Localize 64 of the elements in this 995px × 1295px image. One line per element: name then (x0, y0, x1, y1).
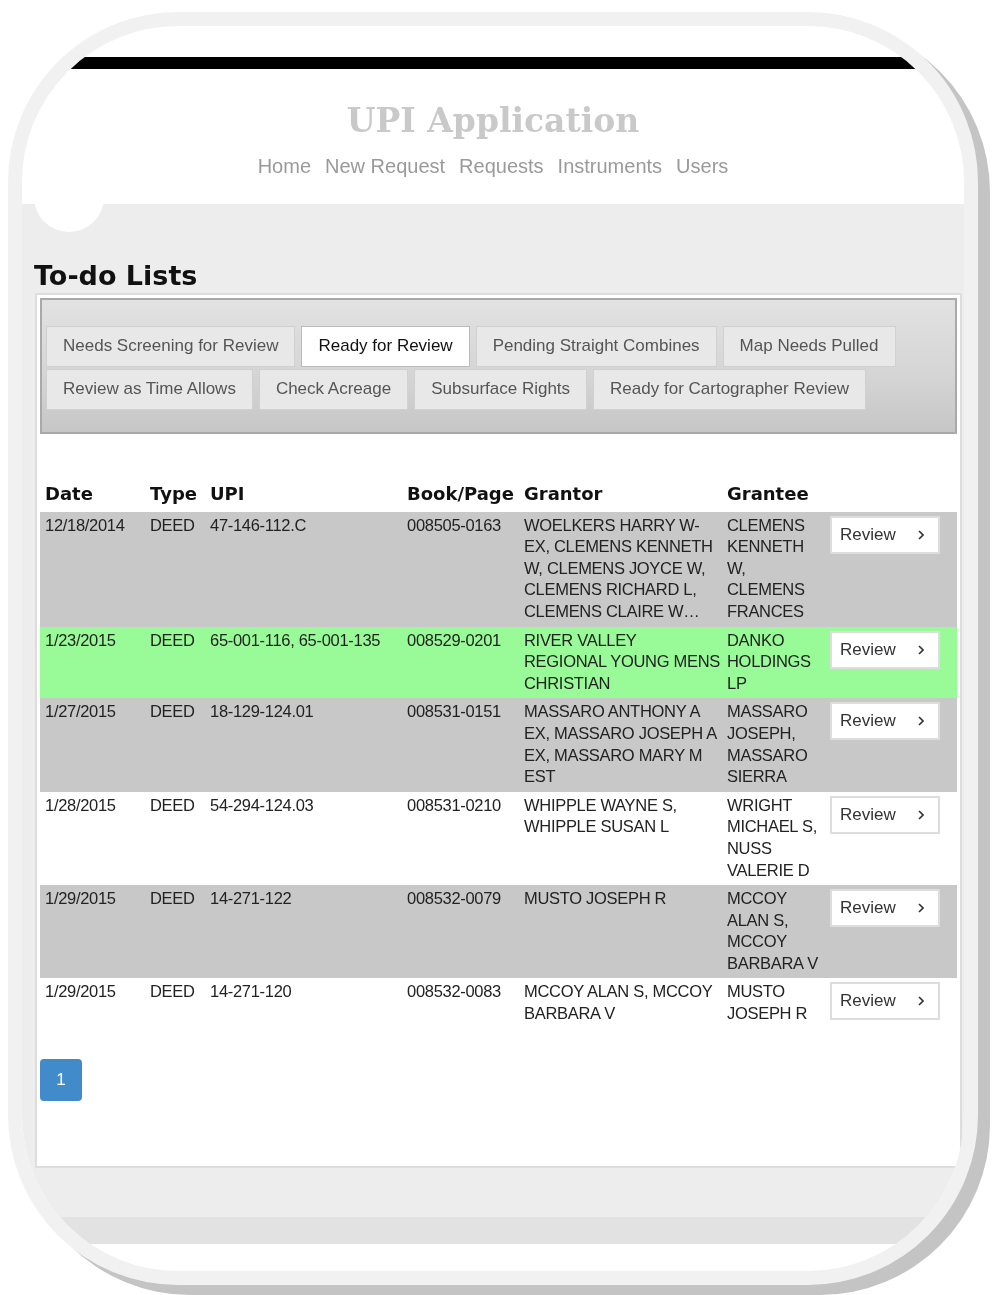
chevron-icon (918, 809, 924, 820)
column-header: Book/Page (407, 482, 515, 506)
table-cell-text: 14-271-120 (210, 981, 293, 1003)
table-cell-text: 54-294-124.03 (210, 794, 315, 816)
table-cell-text: 65-001-116, 65-001-135 (210, 629, 382, 651)
review-button[interactable]: Review (830, 515, 940, 554)
page-button[interactable]: 1 (40, 1058, 82, 1101)
table-cell-text: 1/29/2015 (45, 888, 117, 910)
table-cell-text: 1/29/2015 (45, 981, 117, 1003)
tab[interactable]: Ready for Review (301, 326, 470, 367)
table-cell-text: 008529-0201 (407, 629, 502, 651)
table-cell-text: DEED (150, 794, 196, 816)
table-cell-text: MASSARO JOSEPH, MASSARO SIERRA (727, 701, 809, 788)
table-cell-text: 008532-0083 (407, 981, 502, 1003)
page-heading: To-do Lists (34, 260, 199, 291)
tab[interactable]: Check Acreage (258, 369, 409, 410)
table-cell-text: 1/23/2015 (45, 629, 117, 651)
table-cell-text: 008531-0151 (407, 701, 502, 723)
table-cell-text: DEED (150, 629, 196, 651)
table-cell-text: CLEMENS KENNETH W, CLEMENS FRANCES (727, 514, 806, 622)
chevron-icon (918, 996, 924, 1007)
column-header: Date (45, 482, 94, 506)
column-header: UPI (210, 482, 246, 506)
column-header: Grantee (727, 482, 810, 506)
table-cell-text: DEED (150, 514, 196, 536)
table-cell-text: DANKO HOLDINGS LP (727, 629, 812, 694)
table-cell-text: 18-129-124.01 (210, 701, 315, 723)
table-cell-text: 008532-0079 (407, 888, 502, 910)
tab[interactable]: Ready for Cartographer Review (593, 369, 867, 410)
table-cell-text: 008531-0210 (407, 794, 502, 816)
chevron-icon (918, 644, 924, 655)
tab[interactable]: Review as Time Allows (46, 369, 253, 410)
table-cell-text: RIVER VALLEY REGIONAL YOUNG MENS CHRISTIAN (524, 629, 721, 694)
table-cell-text: WHIPPLE WAYNE S, WHIPPLE SUSAN L (524, 794, 678, 838)
table-cell-text: DEED (150, 888, 196, 910)
table-cell-text: 008505-0163 (407, 514, 502, 536)
table-cell-text: 12/18/2014 (45, 514, 126, 536)
table-cell-text: DEED (150, 701, 196, 723)
table-cell-text: MASSARO ANTHONY A EX, MASSARO JOSEPH A EX, MASSARO MARY M EST (524, 701, 718, 788)
column-header: Grantor (524, 482, 604, 506)
table-cell-text: DEED (150, 981, 196, 1003)
table-cell-text: 1/27/2015 (45, 701, 117, 723)
chevron-icon (918, 529, 924, 540)
table-cell-text: WOELKERS HARRY W-EX, CLEMENS KENNETH W, CLEMENS JOYCE W, CLEMENS RICHARD L, CLEMENS CLAIRE W… (524, 514, 714, 622)
table-cell-text: MUSTO JOSEPH R (727, 981, 809, 1025)
review-button[interactable]: Review (830, 630, 940, 669)
table-cell-text: MUSTO JOSEPH R (524, 888, 668, 910)
review-button[interactable]: Review (830, 702, 940, 741)
review-button[interactable]: Review (830, 795, 940, 834)
table-cell-text: MCCOY ALAN S, MCCOY BARBARA V (524, 981, 714, 1025)
tab[interactable]: Pending Straight Combines (475, 326, 717, 367)
chevron-icon (918, 903, 924, 914)
tab[interactable]: Needs Screening for Review (46, 326, 296, 367)
table-cell-text: WRIGHT MICHAEL S, NUSS VALERIE D (727, 794, 818, 881)
review-button[interactable]: Review (830, 889, 940, 928)
chevron-icon (918, 716, 924, 727)
column-header: Type (150, 482, 198, 506)
review-button[interactable]: Review (830, 982, 940, 1021)
table-cell-text: MCCOY ALAN S, MCCOY BARBARA V (727, 888, 819, 974)
table-cell-text: 47-146-112.C (210, 514, 308, 536)
table-cell-text: 14-271-122 (210, 888, 293, 910)
table-cell-text: 1/28/2015 (45, 794, 117, 816)
tab[interactable]: Map Needs Pulled (722, 326, 896, 367)
tab[interactable]: Subsurface Rights (414, 369, 588, 410)
